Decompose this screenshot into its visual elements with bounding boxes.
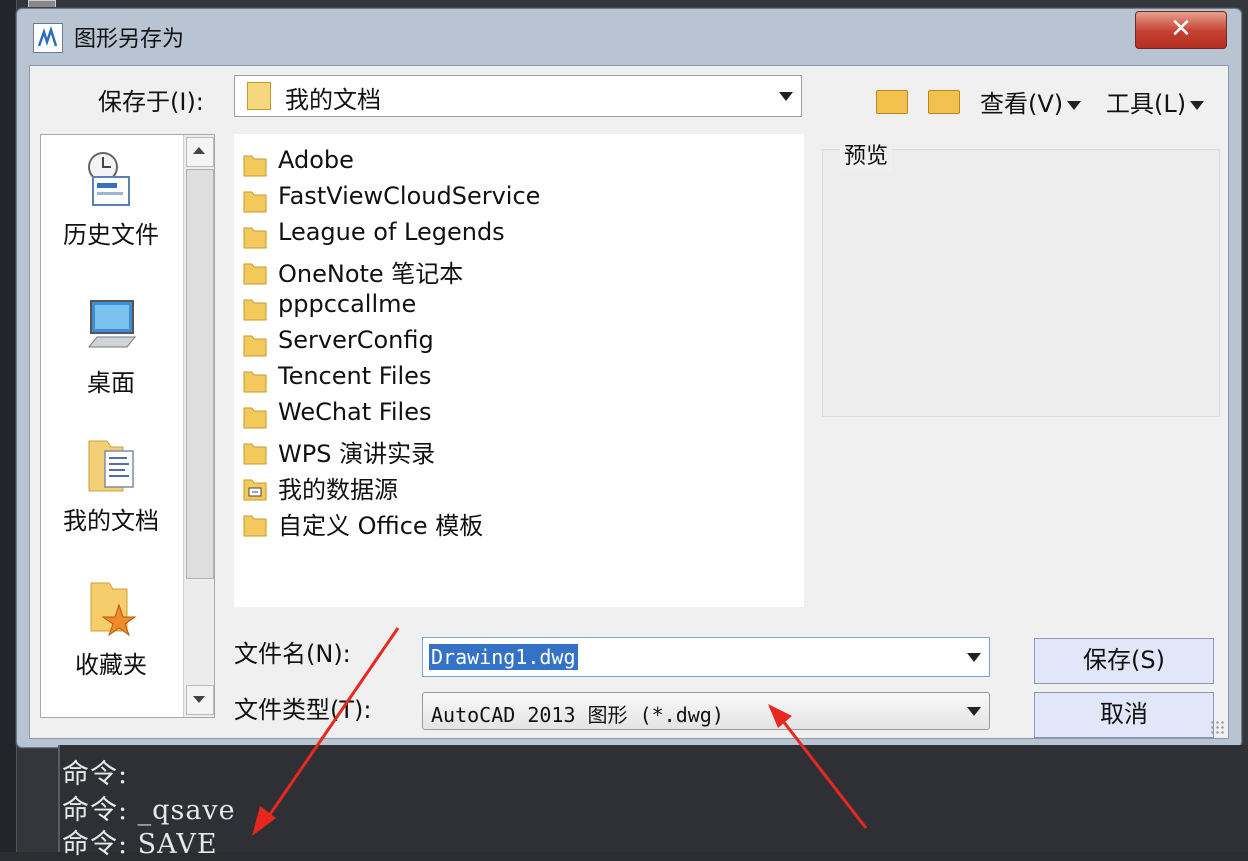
save-in-combo[interactable]: 我的文档 <box>234 75 802 117</box>
folder-icon <box>243 191 267 213</box>
filetype-label: 文件类型(T): <box>234 696 372 724</box>
file-name: OneNote 笔记本 <box>278 260 464 288</box>
place-favorites-label: 收藏夹 <box>75 651 147 679</box>
chevron-down-icon <box>779 92 793 101</box>
dialog-client-area: 保存于(I): 我的文档 查看(V) 工具(L) 历史文件 桌面 我的文档 收藏… <box>29 65 1229 739</box>
scroll-thumb[interactable] <box>186 169 214 579</box>
file-name: 自定义 Office 模板 <box>278 512 484 540</box>
save-in-value: 我的文档 <box>285 86 381 114</box>
history-icon <box>83 149 139 209</box>
folder-icon <box>243 371 267 393</box>
chevron-up-icon <box>193 147 205 154</box>
file-list[interactable]: Adobe FastViewCloudService League of Leg… <box>234 134 804 607</box>
place-desktop[interactable]: 桌面 <box>41 297 181 398</box>
chevron-down-icon <box>967 707 981 716</box>
folder-icon <box>243 299 267 321</box>
tools-menu[interactable]: 工具(L) <box>1106 84 1205 119</box>
scroll-down-button[interactable] <box>186 685 214 715</box>
preview-box <box>822 149 1220 417</box>
file-name: WeChat Files <box>278 398 432 426</box>
place-my-documents[interactable]: 我的文档 <box>41 435 181 536</box>
my-documents-icon <box>83 435 139 495</box>
folder-icon <box>243 263 267 285</box>
file-name: League of Legends <box>278 218 505 246</box>
save-button[interactable]: 保存(S) <box>1034 638 1214 684</box>
preview-label: 预览 <box>840 138 893 170</box>
document-folder-icon <box>247 82 271 110</box>
autocad-app-icon <box>33 23 63 53</box>
filetype-value: AutoCAD 2013 图形 (*.dwg) <box>431 703 724 727</box>
filename-input[interactable]: Drawing1.dwg <box>422 637 990 677</box>
folder-icon <box>243 515 267 537</box>
datasource-folder-icon <box>243 479 267 501</box>
place-history-label: 历史文件 <box>63 221 159 249</box>
resize-grip[interactable] <box>1210 720 1224 734</box>
file-name: WPS 演讲实录 <box>278 440 436 468</box>
command-line: 命令: <box>62 759 129 790</box>
places-bar: 历史文件 桌面 我的文档 收藏夹 <box>40 134 215 718</box>
filename-label: 文件名(N): <box>234 640 351 668</box>
cad-left-strip <box>0 0 17 852</box>
view-menu[interactable]: 查看(V) <box>980 84 1082 119</box>
dialog-title: 图形另存为 <box>74 27 185 52</box>
desktop-icon <box>83 297 139 357</box>
command-history <box>58 745 1248 852</box>
folder-icon <box>243 335 267 357</box>
title-bar[interactable]: 图形另存为 ✕ <box>17 9 1241 61</box>
file-name: ServerConfig <box>278 326 434 354</box>
file-name: 我的数据源 <box>278 476 398 504</box>
save-in-label: 保存于(I): <box>98 88 204 116</box>
chevron-down-icon <box>193 696 205 703</box>
close-button[interactable]: ✕ <box>1135 11 1227 49</box>
chevron-down-icon <box>1190 100 1205 110</box>
view-menu-label: 查看(V) <box>980 90 1064 118</box>
tools-menu-label: 工具(L) <box>1106 90 1187 118</box>
folder-icon <box>243 227 267 249</box>
favorites-icon <box>83 579 139 639</box>
chevron-down-icon <box>1067 100 1082 110</box>
file-name: Tencent Files <box>278 362 432 390</box>
file-name: pppccallme <box>278 290 417 318</box>
save-as-dialog: 图形另存为 ✕ 保存于(I): 我的文档 查看(V) 工具(L) 历史文件 桌面… <box>16 8 1242 748</box>
cancel-button[interactable]: 取消 <box>1034 692 1214 738</box>
back-folder-icon[interactable] <box>876 90 908 114</box>
filename-value: Drawing1.dwg <box>429 644 578 670</box>
file-name: FastViewCloudService <box>278 182 541 210</box>
place-favorites[interactable]: 收藏夹 <box>41 579 181 680</box>
places-scrollbar[interactable] <box>183 135 214 717</box>
filetype-select[interactable]: AutoCAD 2013 图形 (*.dwg) <box>422 692 990 730</box>
new-folder-icon[interactable] <box>928 90 960 114</box>
folder-icon <box>243 407 267 429</box>
place-my-documents-label: 我的文档 <box>63 507 159 535</box>
folder-icon <box>243 443 267 465</box>
command-line: 命令: SAVE <box>62 829 218 860</box>
place-history[interactable]: 历史文件 <box>41 149 181 250</box>
scroll-up-button[interactable] <box>186 137 214 167</box>
chevron-down-icon[interactable] <box>967 653 981 662</box>
place-desktop-label: 桌面 <box>87 369 135 397</box>
file-name: Adobe <box>278 146 354 174</box>
folder-icon <box>243 155 267 177</box>
